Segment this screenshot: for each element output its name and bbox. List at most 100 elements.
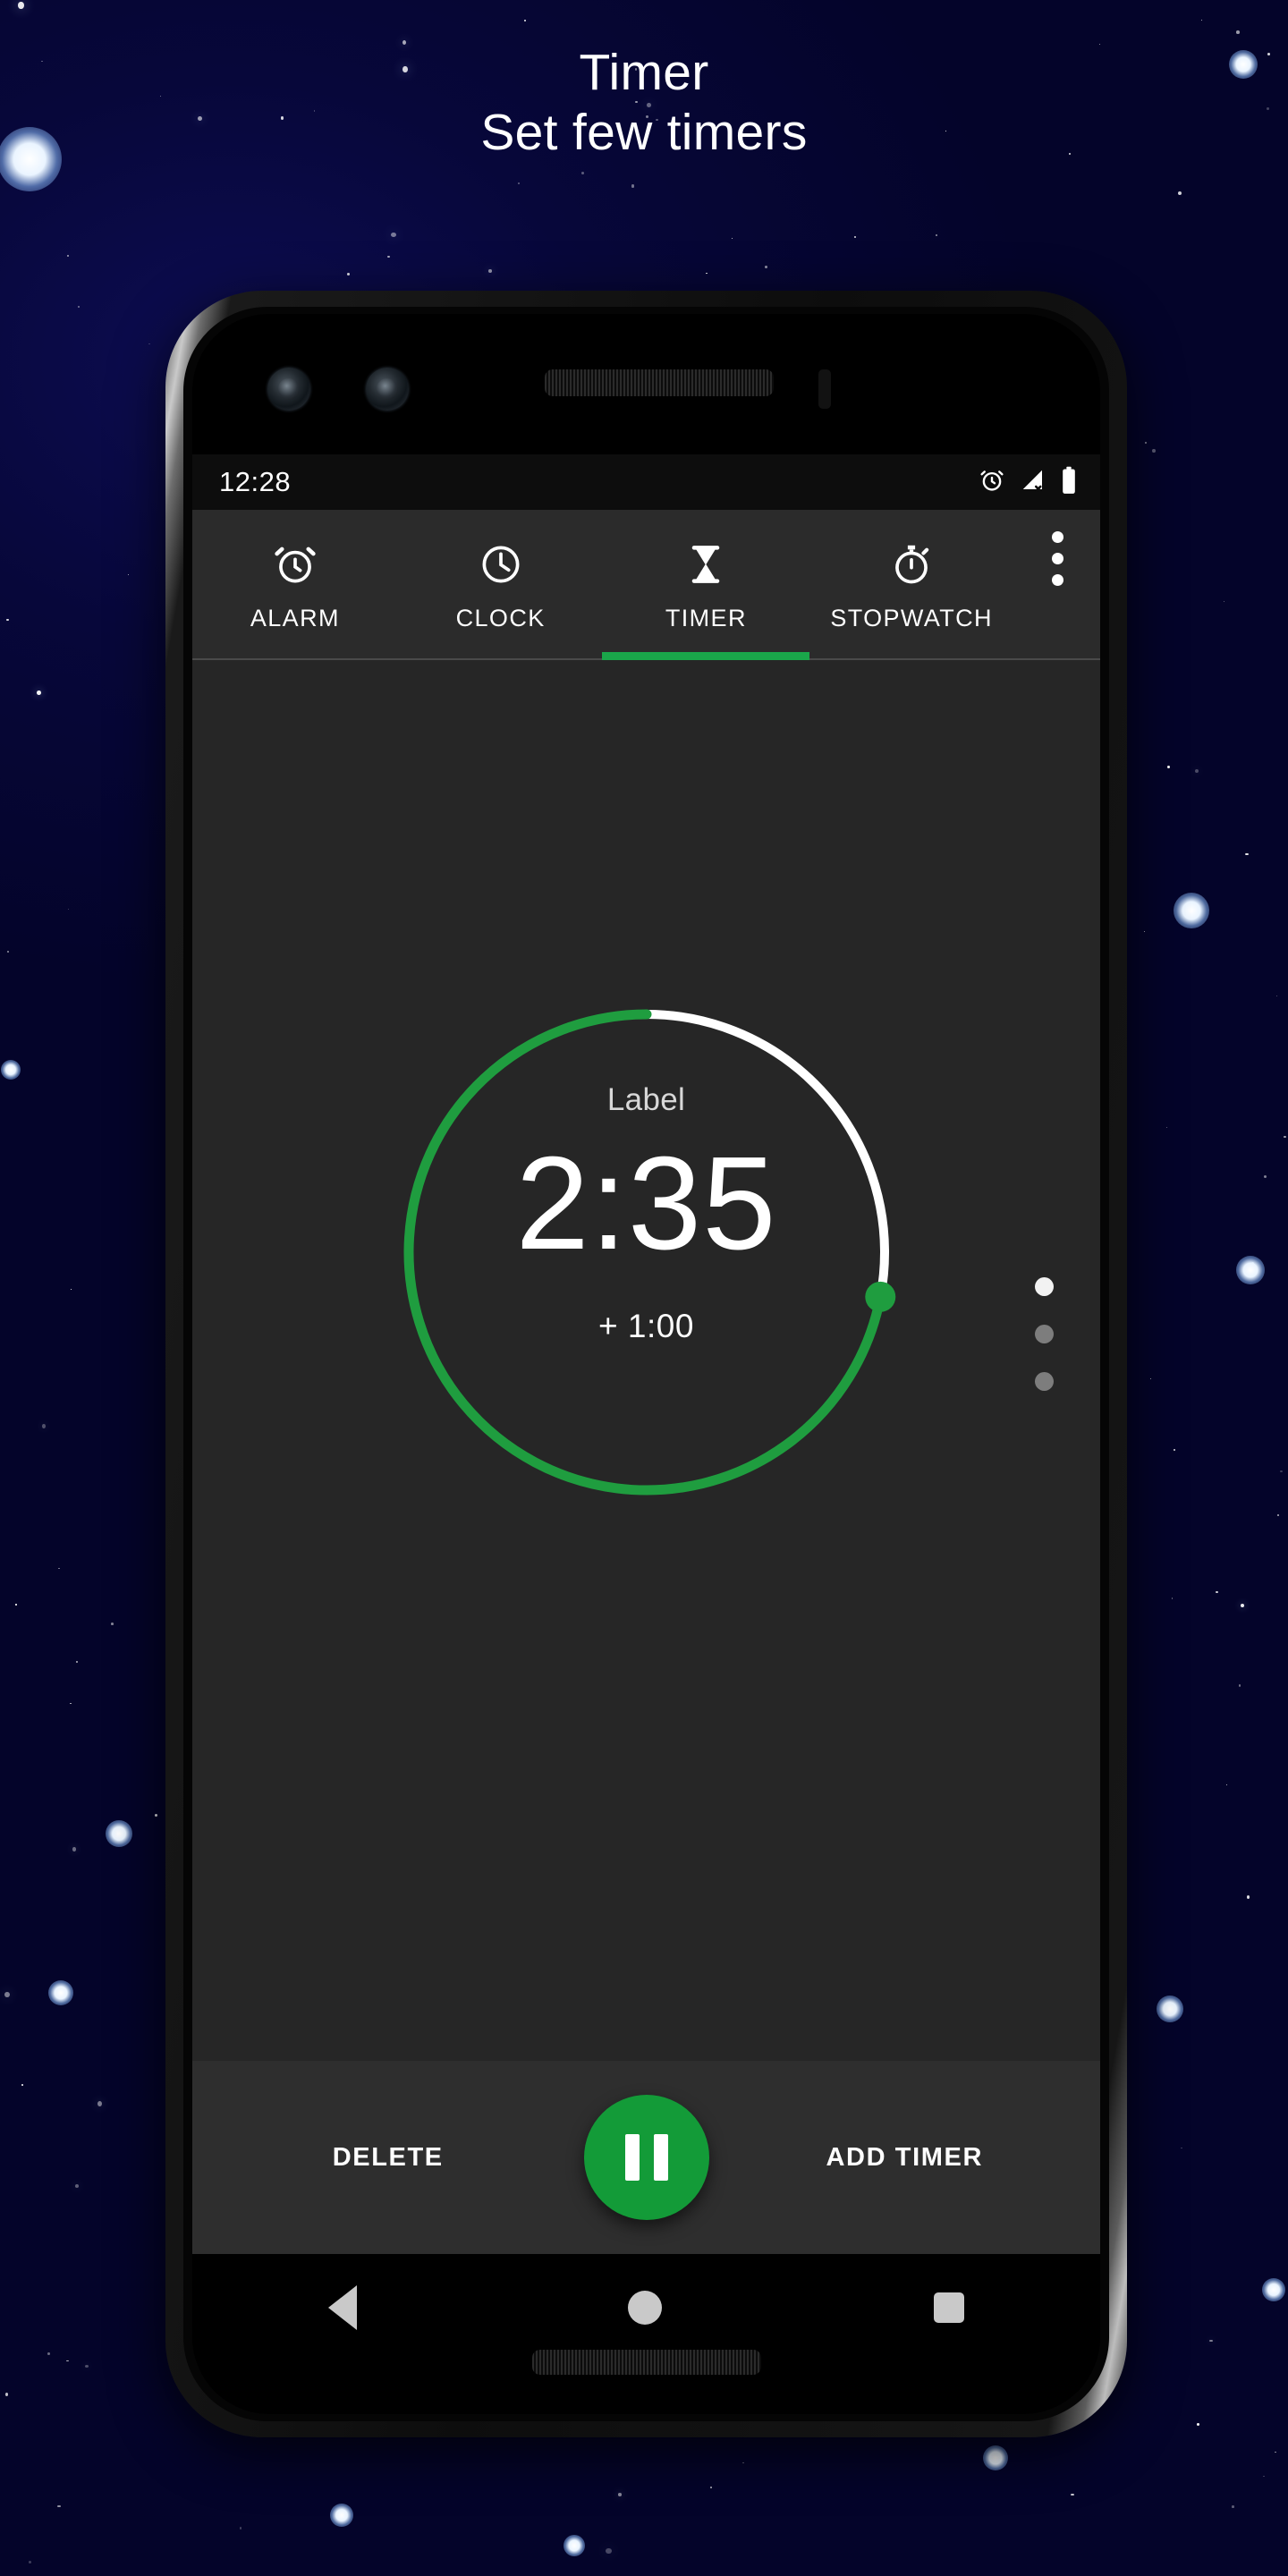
bright-star xyxy=(1262,2278,1285,2301)
delete-button[interactable]: DELETE xyxy=(192,2143,584,2173)
more-vertical-icon xyxy=(1051,552,1063,564)
timer-dial[interactable]: Label 2:35 + 1:00 xyxy=(396,1002,897,1503)
star xyxy=(97,2101,103,2107)
signal-off-icon xyxy=(1020,467,1046,498)
star xyxy=(1274,2451,1276,2453)
star xyxy=(1246,1894,1250,1900)
alarm-icon xyxy=(979,467,1005,498)
home-circle-icon[interactable] xyxy=(628,2291,663,2325)
star xyxy=(72,1847,77,1852)
bright-star xyxy=(983,2445,1008,2470)
star xyxy=(1264,1174,1267,1178)
star xyxy=(37,691,41,696)
page-indicator-dot[interactable] xyxy=(1035,1372,1054,1391)
star xyxy=(936,233,937,236)
star xyxy=(155,1814,158,1817)
page-indicator-dot[interactable] xyxy=(1035,1325,1054,1343)
star xyxy=(1279,1470,1283,1472)
recents-square-icon[interactable] xyxy=(934,2292,965,2323)
star xyxy=(1152,448,1156,453)
hourglass-icon xyxy=(682,541,729,592)
star xyxy=(69,1702,72,1705)
tab-timer[interactable]: TIMER xyxy=(602,510,810,660)
timer-remaining-time: 2:35 xyxy=(515,1130,777,1277)
more-vertical-icon xyxy=(1051,530,1063,543)
star xyxy=(1245,852,1249,856)
pause-icon xyxy=(624,2134,640,2181)
front-camera-icon xyxy=(267,368,310,411)
star xyxy=(487,269,493,274)
status-bar-icons xyxy=(979,466,1077,499)
add-one-minute-button[interactable]: + 1:00 xyxy=(598,1308,694,1345)
star xyxy=(239,2526,242,2529)
star xyxy=(70,1289,72,1291)
tab-alarm[interactable]: ALARM xyxy=(192,510,398,658)
star xyxy=(1171,1597,1174,1599)
bottom-speaker-icon xyxy=(531,2350,761,2375)
star xyxy=(1070,2493,1074,2496)
star xyxy=(76,1660,78,1663)
star xyxy=(1194,768,1199,774)
bright-star xyxy=(1,1060,21,1080)
star xyxy=(78,305,80,308)
star xyxy=(1236,30,1240,34)
back-triangle-icon[interactable] xyxy=(327,2285,357,2330)
tab-alarm-label: ALARM xyxy=(250,605,340,631)
star xyxy=(709,2486,713,2489)
star xyxy=(386,255,391,258)
timer-action-bar: DELETE ADD TIMER xyxy=(192,2061,1100,2254)
star xyxy=(67,909,69,910)
star xyxy=(74,2184,80,2189)
alarm-clock-icon xyxy=(272,541,318,592)
overflow-menu-button[interactable] xyxy=(1014,510,1100,658)
tab-clock[interactable]: CLOCK xyxy=(398,510,604,658)
phone-screen-glass: 12:28 ALARM CLOCK TIMER STOPWATCH Label … xyxy=(192,314,1100,2414)
star xyxy=(18,2,24,10)
star xyxy=(764,265,768,268)
star xyxy=(618,2493,623,2496)
android-navigation-bar[interactable] xyxy=(192,2254,1100,2361)
star xyxy=(1284,1135,1286,1138)
star xyxy=(66,2360,69,2362)
star xyxy=(4,2393,8,2396)
clock-icon xyxy=(478,541,524,592)
page-subtitle: Set few timers xyxy=(480,104,808,162)
page-indicator[interactable] xyxy=(1035,1277,1054,1391)
status-bar-clock: 12:28 xyxy=(219,466,292,497)
bright-star xyxy=(564,2535,585,2556)
pause-icon xyxy=(653,2134,668,2181)
star xyxy=(524,20,526,21)
page-indicator-dot[interactable] xyxy=(1035,1277,1054,1296)
star xyxy=(4,1992,10,1998)
star xyxy=(853,235,857,238)
star xyxy=(6,951,9,953)
star xyxy=(518,182,520,184)
add-timer-button[interactable]: ADD TIMER xyxy=(709,2143,1101,2173)
stopwatch-icon xyxy=(888,541,935,592)
star xyxy=(731,237,733,239)
star xyxy=(47,2351,51,2356)
star xyxy=(1178,191,1182,195)
battery-icon xyxy=(1061,466,1077,499)
pause-timer-button[interactable] xyxy=(583,2095,709,2220)
star xyxy=(706,272,708,275)
star xyxy=(111,1623,114,1625)
timer-label[interactable]: Label xyxy=(607,1082,685,1118)
star xyxy=(1166,765,1170,769)
bright-star xyxy=(330,2504,353,2527)
star xyxy=(1208,2339,1214,2343)
tab-active-indicator xyxy=(602,652,810,660)
device-screen: 12:28 ALARM CLOCK TIMER STOPWATCH Label … xyxy=(192,454,1100,2254)
star xyxy=(741,2462,744,2464)
star xyxy=(1232,2505,1234,2508)
bright-star xyxy=(106,1820,132,1847)
tab-timer-label: TIMER xyxy=(665,605,747,631)
star xyxy=(1238,1683,1241,1687)
star xyxy=(1144,442,1148,444)
star xyxy=(1263,2475,1265,2478)
star xyxy=(346,272,350,275)
timer-readout: Label 2:35 + 1:00 xyxy=(396,1002,897,1503)
tab-stopwatch[interactable]: STOPWATCH xyxy=(809,510,1014,658)
phone-mockup: 12:28 ALARM CLOCK TIMER STOPWATCH Label … xyxy=(165,291,1127,2437)
main-tab-bar[interactable]: ALARM CLOCK TIMER STOPWATCH xyxy=(192,510,1100,660)
